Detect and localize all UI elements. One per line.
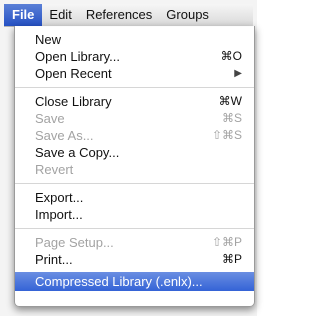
menu-item-label: Compressed Library (.enlx)...	[35, 274, 203, 289]
shortcut-label: ⇧⌘P	[211, 235, 242, 249]
menu-item-label: Import...	[35, 207, 83, 222]
menu-item-export[interactable]: Export...	[15, 189, 254, 206]
menu-item-label: Open Library...	[35, 49, 121, 64]
menu-item-label: Page Setup...	[35, 235, 114, 250]
menu-item-label: Close Library	[35, 94, 112, 109]
menu-item-label: Save a Copy...	[35, 145, 120, 160]
menu-item-label: Revert	[35, 162, 74, 177]
menu-item-print[interactable]: Print... ⌘P	[15, 251, 254, 268]
menu-separator	[15, 228, 254, 229]
app-window: File Edit References Groups New Open Lib…	[0, 0, 257, 316]
menu-file[interactable]: File	[4, 4, 43, 26]
shortcut-label: ⌘W	[218, 94, 242, 108]
menu-item-page-setup: Page Setup... ⇧⌘P	[15, 234, 254, 251]
menu-item-save-a-copy[interactable]: Save a Copy...	[15, 144, 254, 161]
shortcut-label: ⇧⌘S	[211, 128, 242, 142]
menu-references[interactable]: References	[79, 4, 159, 26]
file-menu-dropdown: New Open Library... ⌘O Open Recent ▶ Clo…	[14, 26, 255, 307]
menu-item-label: Save As...	[35, 128, 94, 143]
menu-item-import[interactable]: Import...	[15, 206, 254, 223]
menu-item-new[interactable]: New	[15, 31, 254, 48]
menu-item-compressed-library[interactable]: Compressed Library (.enlx)...	[15, 272, 254, 291]
shortcut-label: ⌘P	[221, 252, 242, 266]
menu-item-revert: Revert	[15, 161, 254, 178]
menu-item-label: New	[35, 32, 62, 47]
menu-edit[interactable]: Edit	[42, 4, 78, 26]
submenu-arrow-icon: ▶	[234, 68, 242, 79]
menu-item-label: Print...	[35, 252, 73, 267]
shortcut-label: ⌘O	[220, 49, 242, 63]
menu-bar: File Edit References Groups	[4, 4, 253, 27]
menu-item-close-library[interactable]: Close Library ⌘W	[15, 93, 254, 110]
menu-item-open-library[interactable]: Open Library... ⌘O	[15, 48, 254, 65]
menu-item-save: Save ⌘S	[15, 110, 254, 127]
shortcut-label: ⌘S	[221, 111, 242, 125]
menu-item-open-recent[interactable]: Open Recent ▶	[15, 65, 254, 82]
menu-groups[interactable]: Groups	[159, 4, 216, 26]
menu-item-label: Export...	[35, 190, 84, 205]
menu-separator	[15, 183, 254, 184]
menu-item-save-as: Save As... ⇧⌘S	[15, 127, 254, 144]
menu-item-label: Save	[35, 111, 65, 126]
menu-item-label: Open Recent	[35, 66, 112, 81]
menu-separator	[15, 87, 254, 88]
